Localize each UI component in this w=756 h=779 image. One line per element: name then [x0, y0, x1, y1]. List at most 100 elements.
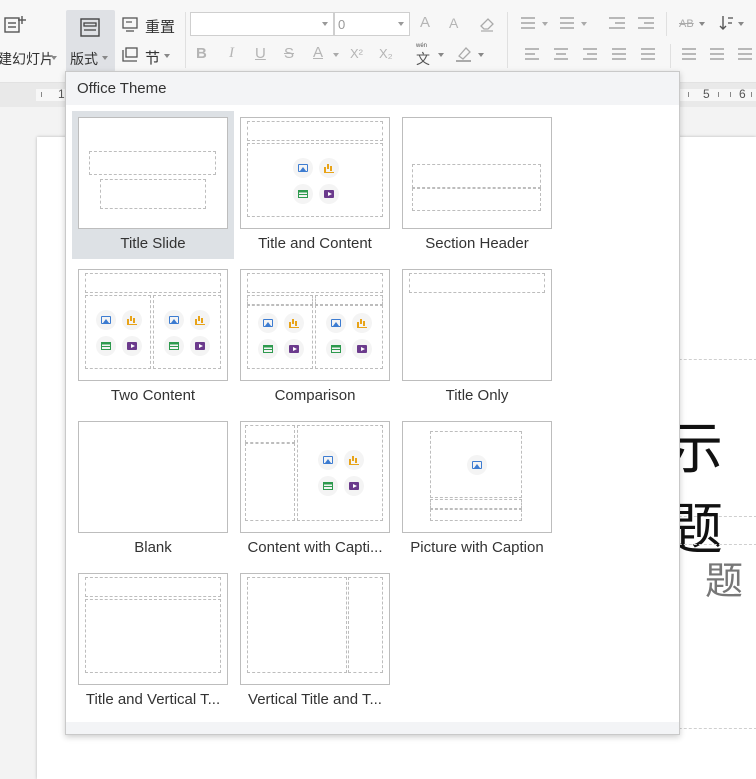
layout-label: Vertical Title and T...	[248, 691, 382, 708]
section-button[interactable]: 节	[121, 45, 179, 67]
layout-thumbnail	[78, 269, 228, 381]
layout-button[interactable]: 版式	[66, 10, 115, 72]
layout-thumbnail	[240, 117, 390, 229]
section-icon	[121, 46, 139, 64]
bullets-icon[interactable]	[521, 17, 535, 32]
title-placeholder-outline	[247, 121, 383, 141]
decrease-indent-icon[interactable]	[609, 17, 625, 32]
font-color-arrow[interactable]	[333, 53, 339, 57]
text-direction-arrow[interactable]	[738, 22, 744, 26]
highlight-arrow[interactable]	[478, 53, 484, 57]
vertical-title-outline	[348, 577, 383, 673]
chart-icon	[344, 450, 364, 470]
layout-thumbnail	[402, 117, 552, 229]
superscript-button[interactable]: X²	[350, 46, 363, 61]
ruler-number: 6	[739, 87, 746, 101]
chart-icon	[190, 310, 210, 330]
new-slide-icon[interactable]	[4, 14, 26, 36]
ruler-tick	[41, 92, 42, 97]
numbering-icon[interactable]	[560, 17, 574, 32]
layout-two-content[interactable]: Two Content	[72, 263, 234, 411]
ruler-number: 5	[703, 87, 710, 101]
title-placeholder-outline	[409, 273, 545, 293]
layout-title-slide[interactable]: Title Slide	[72, 111, 234, 259]
section-label: 节	[145, 50, 161, 67]
table-icon	[318, 476, 338, 496]
caption-text-outline	[245, 443, 295, 521]
align-left-icon[interactable]	[525, 48, 539, 63]
underline-button[interactable]: U	[255, 45, 266, 62]
phonetic-guide-button[interactable]: wén 文	[414, 43, 444, 67]
subtitle-placeholder-outline	[100, 179, 206, 209]
new-slide-dropdown-arrow[interactable]	[51, 56, 57, 60]
bold-button[interactable]: B	[196, 45, 207, 62]
picture-icon	[318, 450, 338, 470]
ribbon-separator	[185, 12, 186, 68]
layout-label: Title and Content	[258, 235, 372, 252]
gallery-header: Office Theme	[66, 72, 679, 105]
columns-icon[interactable]	[738, 48, 752, 63]
line-spacing-icon[interactable]	[682, 48, 696, 63]
paragraph-spacing-icon[interactable]	[710, 48, 724, 63]
new-slide-label: 建幻灯片	[0, 51, 54, 67]
video-icon	[284, 339, 304, 359]
clear-format-icon[interactable]	[478, 15, 496, 33]
gallery-theme-title: Office Theme	[77, 80, 167, 97]
font-size-select[interactable]: 0	[334, 12, 410, 36]
layout-label: Picture with Caption	[410, 539, 544, 556]
font-size-value: 0	[338, 17, 346, 32]
layout-comparison[interactable]: Comparison	[234, 263, 396, 411]
font-name-select[interactable]	[190, 12, 334, 36]
new-slide-button[interactable]: 建幻灯片	[0, 49, 54, 69]
layout-picture-with-caption[interactable]: Picture with Caption	[396, 415, 558, 563]
subscript-button[interactable]: X₂	[379, 46, 393, 61]
layout-thumbnail	[78, 573, 228, 685]
layout-blank[interactable]: Blank	[72, 415, 234, 563]
text-box-arrow[interactable]	[699, 22, 705, 26]
justify-icon[interactable]	[612, 48, 626, 63]
table-icon	[96, 336, 116, 356]
layout-vertical-title-and-text[interactable]: Vertical Title and T...	[234, 567, 396, 715]
shrink-font-button[interactable]: A	[449, 15, 458, 31]
content-placeholder-outline	[297, 425, 383, 521]
vertical-text-outline	[85, 599, 221, 673]
layout-label: Title Only	[445, 387, 509, 404]
distributed-icon[interactable]	[641, 48, 655, 63]
font-color-button[interactable]: A	[313, 44, 323, 61]
title-placeholder-outline	[89, 151, 216, 175]
layout-title-and-content[interactable]: Title and Content	[234, 111, 396, 259]
video-icon	[190, 336, 210, 356]
layout-section-header[interactable]: Section Header	[396, 111, 558, 259]
chart-icon	[284, 313, 304, 333]
italic-button[interactable]: I	[229, 45, 234, 62]
align-center-icon[interactable]	[554, 48, 568, 63]
numbering-arrow[interactable]	[581, 22, 587, 26]
picture-icon	[467, 455, 487, 475]
text-box-button[interactable]: AB	[679, 18, 694, 30]
highlight-icon[interactable]	[455, 45, 475, 63]
video-icon	[344, 476, 364, 496]
layout-content-with-caption[interactable]: Content with Capti...	[234, 415, 396, 563]
bullets-arrow[interactable]	[542, 22, 548, 26]
chart-icon	[352, 313, 372, 333]
table-icon	[293, 184, 313, 204]
layout-title-only[interactable]: Title Only	[396, 263, 558, 411]
layout-dropdown-arrow	[102, 56, 108, 60]
table-icon	[326, 339, 346, 359]
layout-title-and-vertical-text[interactable]: Title and Vertical T...	[72, 567, 234, 715]
title-placeholder-outline	[85, 577, 221, 597]
ribbon-separator	[666, 12, 667, 36]
reset-button[interactable]: 重置	[121, 15, 179, 36]
text-direction-icon[interactable]	[718, 14, 734, 32]
video-icon	[319, 184, 339, 204]
ruler-tick	[718, 92, 719, 97]
picture-icon	[326, 313, 346, 333]
grow-font-button[interactable]: A	[420, 14, 430, 31]
align-right-icon[interactable]	[583, 48, 597, 63]
picture-icon	[293, 158, 313, 178]
video-icon	[122, 336, 142, 356]
vertical-text-outline	[247, 577, 347, 673]
picture-icon	[96, 310, 116, 330]
strikethrough-button[interactable]: S	[284, 45, 294, 62]
increase-indent-icon[interactable]	[638, 17, 654, 32]
